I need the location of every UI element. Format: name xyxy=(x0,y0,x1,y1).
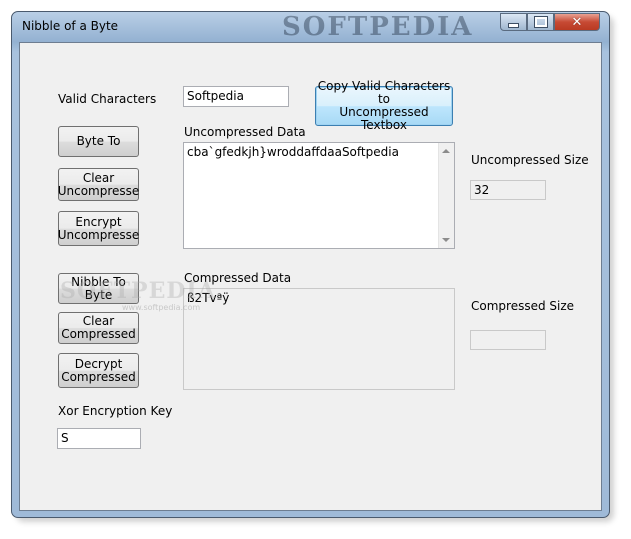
compressed-size-label: Compressed Size xyxy=(471,299,575,313)
decrypt-compressed-button[interactable]: Decrypt Compressed xyxy=(58,353,139,388)
close-button[interactable]: ✕ xyxy=(554,13,600,31)
minimize-button[interactable] xyxy=(500,13,527,31)
uncompressed-scrollbar[interactable] xyxy=(438,143,454,248)
byte-to-button[interactable]: Byte To xyxy=(58,126,139,157)
softpedia-watermark: SOFTPEDIA xyxy=(60,278,216,304)
app-window: Nibble of a Byte SOFTPEDIA ✕ Valid Chara… xyxy=(11,11,610,518)
valid-characters-input[interactable]: Softpedia xyxy=(183,86,289,107)
uncompressed-data-label: Uncompressed Data xyxy=(184,125,306,139)
softpedia-watermark-url: www.softpedia.com xyxy=(122,303,201,312)
xor-key-label: Xor Encryption Key xyxy=(58,404,173,418)
uncompressed-size-label: Uncompressed Size xyxy=(471,153,589,167)
maximize-button[interactable] xyxy=(527,13,554,31)
clear-compressed-button[interactable]: Clear Compressed xyxy=(58,312,139,344)
window-title: Nibble of a Byte xyxy=(22,19,119,33)
maximize-icon xyxy=(533,16,548,28)
compressed-size-field[interactable] xyxy=(470,330,546,350)
clear-uncompress-button[interactable]: Clear Uncompresse xyxy=(58,168,139,201)
close-icon: ✕ xyxy=(571,14,583,30)
xor-key-input[interactable]: S xyxy=(57,428,141,449)
uncompressed-data-text: cba`gfedkjh}wroddaffdaaSoftpedia xyxy=(187,145,399,159)
valid-characters-label: Valid Characters xyxy=(58,92,157,106)
uncompressed-size-field[interactable]: 32 xyxy=(470,180,546,200)
minimize-icon xyxy=(508,22,519,28)
encrypt-uncompress-button[interactable]: Encrypt Uncompresse xyxy=(58,211,139,246)
title-bar[interactable]: Nibble of a Byte SOFTPEDIA ✕ xyxy=(12,12,609,42)
uncompressed-data-textarea[interactable]: cba`gfedkjh}wroddaffdaaSoftpedia xyxy=(183,142,455,249)
scroll-down-icon[interactable] xyxy=(442,238,450,242)
scroll-up-icon[interactable] xyxy=(442,149,450,153)
copy-valid-characters-button[interactable]: Copy Valid Characters to Uncompressed Te… xyxy=(315,80,453,132)
title-watermark: SOFTPEDIA xyxy=(282,12,474,42)
form-client-area: Valid Characters Softpedia Copy Valid Ch… xyxy=(19,42,602,511)
compressed-data-textarea[interactable]: ß2Tvªÿ xyxy=(183,288,455,390)
